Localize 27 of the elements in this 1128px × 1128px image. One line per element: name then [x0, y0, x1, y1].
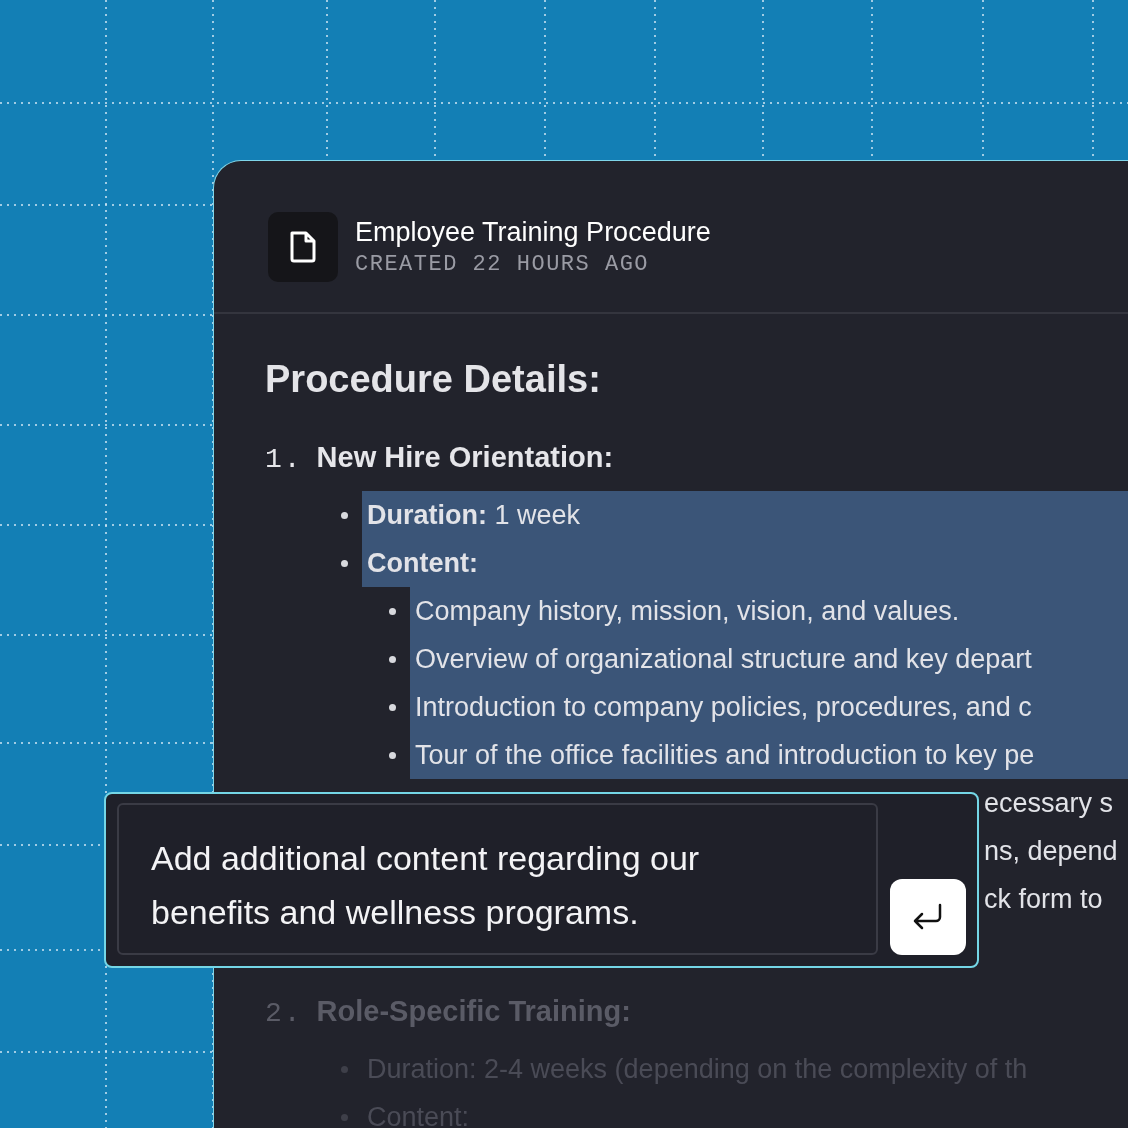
- bullet-icon: [389, 703, 396, 711]
- list-item-text: ecessary s: [984, 787, 1114, 819]
- list-item-text: Company history, mission, vision, and values.: [415, 595, 960, 627]
- bullet-icon: [341, 511, 348, 519]
- list-item-text: ck form to: [984, 883, 1103, 915]
- list-item-text: Overview of organizational structure and key depart: [415, 643, 1032, 675]
- submit-button[interactable]: [890, 879, 966, 955]
- bullet-icon: [389, 607, 396, 615]
- bullet-icon: [341, 559, 348, 567]
- document-title: Employee Training Procedure: [355, 217, 711, 248]
- list-number: 2.: [265, 998, 303, 1029]
- created-time: CREATED 22 HOURS AGO: [355, 252, 651, 277]
- list-heading: New Hire Orientation:: [316, 441, 614, 474]
- bullet-icon: [389, 655, 396, 663]
- list-item-text: Introduction to company policies, procedures, and c: [415, 691, 1032, 723]
- document-icon: [289, 230, 317, 264]
- list-item-text: Duration: 1 week: [367, 499, 581, 531]
- prompt-field[interactable]: Add additional content regarding our benefits and wellness programs.: [117, 803, 878, 955]
- list-item-text: Content:: [367, 547, 478, 579]
- list-heading: Role-Specific Training:: [316, 995, 631, 1028]
- list-item-text: Tour of the office facilities and introduction to key pe: [415, 739, 1035, 771]
- list-item-text: ns, depend: [984, 835, 1118, 867]
- bullet-icon: [341, 1065, 348, 1073]
- list-number: 1.: [265, 444, 303, 475]
- bullet-icon: [341, 1113, 348, 1121]
- section-heading: Procedure Details:: [265, 358, 602, 401]
- bullet-icon: [389, 751, 396, 759]
